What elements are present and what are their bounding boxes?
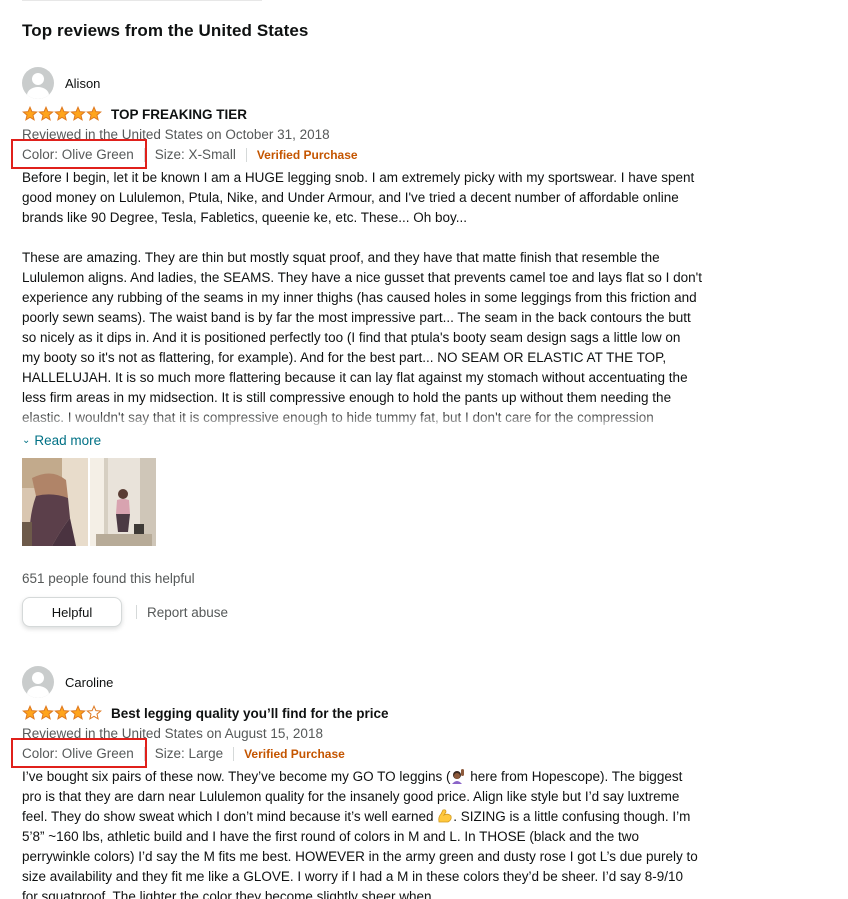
review-card: Alison TOP FREAKING TIER Reviewed in the… — [11, 67, 702, 627]
review-text: I’ve bought six pairs of these now. They… — [22, 769, 451, 784]
star-filled-icon — [70, 705, 86, 720]
read-more-label: Read more — [34, 432, 102, 448]
review-title[interactable]: Best legging quality you’ll find for the… — [111, 706, 389, 721]
review-meta: Color: Olive Green Size: X-Small Verifie… — [11, 139, 702, 169]
star-filled-icon — [86, 106, 102, 121]
helpful-button[interactable]: Helpful — [22, 597, 122, 627]
reviewer-name: Alison — [65, 75, 101, 91]
review-image[interactable] — [22, 458, 88, 546]
star-filled-icon — [22, 106, 38, 121]
review-paragraph: Before I begin, let it be known I am a H… — [22, 170, 695, 225]
woman-raising-hand-emoji-icon — [450, 768, 466, 784]
report-abuse-link[interactable]: Report abuse — [147, 605, 228, 620]
reviewer-name: Caroline — [65, 674, 114, 690]
highlight-box — [11, 738, 147, 768]
star-filled-icon — [70, 106, 86, 121]
review-card: Caroline Best legging quality you’ll fin… — [11, 666, 702, 899]
review-images — [22, 458, 702, 546]
review-body: I’ve bought six pairs of these now. They… — [22, 767, 702, 899]
top-divider — [22, 0, 262, 1]
avatar — [22, 666, 54, 698]
read-more-link[interactable]: ⌄ Read more — [22, 430, 702, 450]
variant-size[interactable]: Size: Large — [155, 744, 223, 764]
star-filled-icon — [54, 106, 70, 121]
reviewer-profile[interactable]: Alison — [22, 67, 702, 99]
helpful-count: 651 people found this helpful — [22, 571, 195, 586]
review-image[interactable] — [90, 458, 156, 546]
review-meta: Color: Olive Green Size: Large Verified … — [11, 738, 702, 768]
star-filled-icon — [38, 106, 54, 121]
star-filled-icon — [54, 705, 70, 720]
review-actions: Helpful Report abuse — [22, 597, 702, 627]
star-rating[interactable] — [22, 106, 102, 122]
review-paragraph: These are amazing. They are thin but mos… — [22, 250, 702, 425]
reviewer-profile[interactable]: Caroline — [22, 666, 702, 698]
section-title: Top reviews from the United States — [22, 21, 309, 40]
review-body: Before I begin, let it be known I am a H… — [22, 168, 702, 428]
star-rating[interactable] — [22, 705, 102, 721]
avatar — [22, 67, 54, 99]
variant-size[interactable]: Size: X-Small — [155, 145, 236, 165]
verified-purchase-badge: Verified Purchase — [256, 148, 358, 162]
verified-purchase-badge: Verified Purchase — [244, 747, 345, 761]
flexed-biceps-emoji-icon — [437, 808, 453, 824]
highlight-box — [11, 139, 147, 169]
star-filled-icon — [38, 705, 54, 720]
review-title[interactable]: TOP FREAKING TIER — [111, 107, 247, 122]
star-empty-icon — [86, 705, 102, 720]
chevron-down-icon: ⌄ — [22, 434, 31, 446]
star-filled-icon — [22, 705, 38, 720]
